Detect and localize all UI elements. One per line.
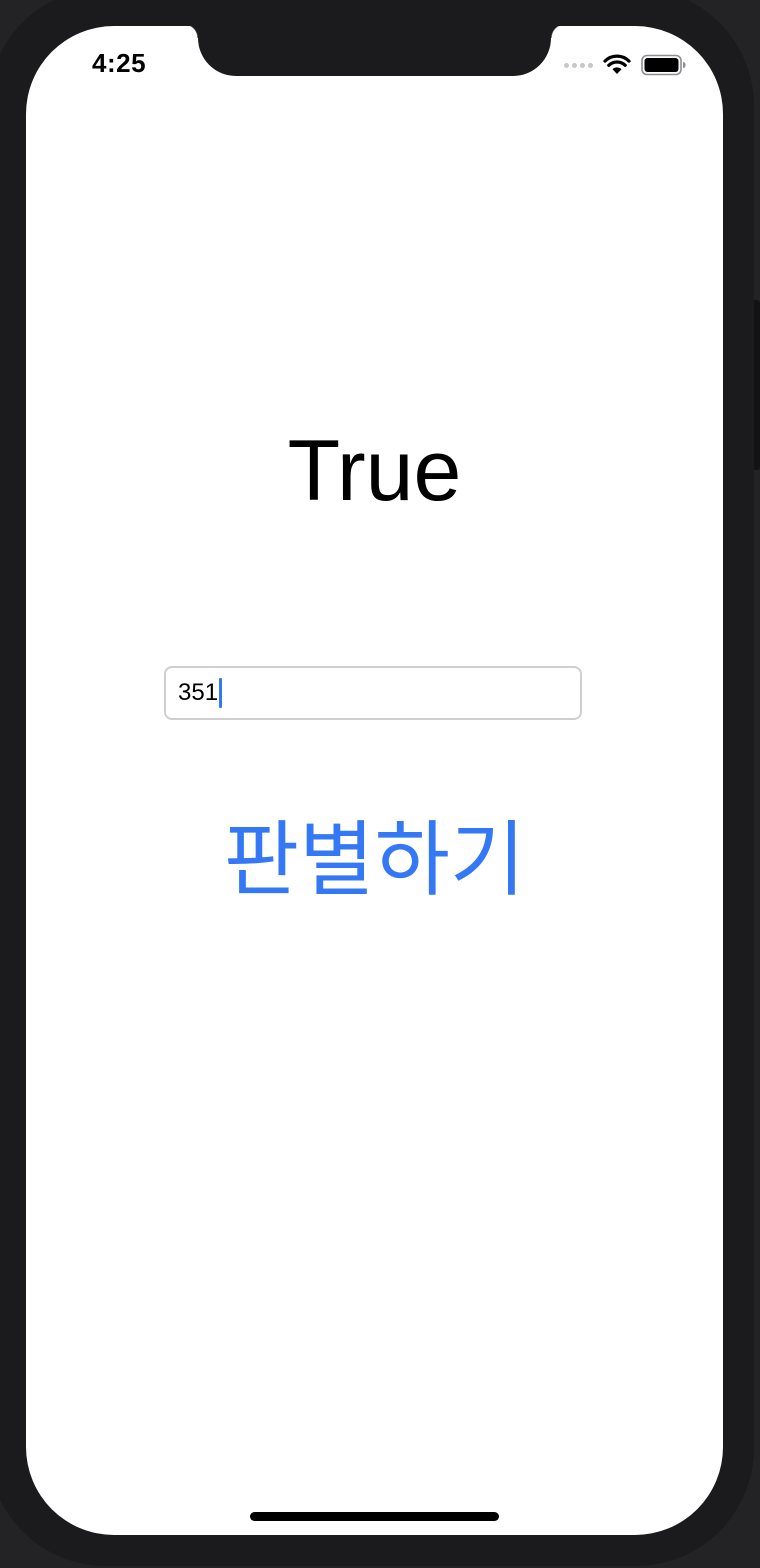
device-notch (184, 26, 565, 76)
number-input-field[interactable]: 351 (164, 666, 582, 720)
status-icons (564, 50, 687, 80)
home-indicator[interactable] (250, 1512, 499, 1521)
status-time: 4:25 (92, 48, 147, 78)
app-screen: 4:25 True 351 판별하기 (26, 26, 723, 1535)
text-cursor (219, 678, 223, 708)
wifi-icon (603, 54, 631, 74)
check-button[interactable]: 판별하기 (26, 806, 723, 916)
cellular-signal-icon (564, 62, 593, 68)
battery-icon (641, 54, 686, 76)
result-label: True (287, 423, 462, 519)
number-input-value: 351 (178, 679, 219, 706)
